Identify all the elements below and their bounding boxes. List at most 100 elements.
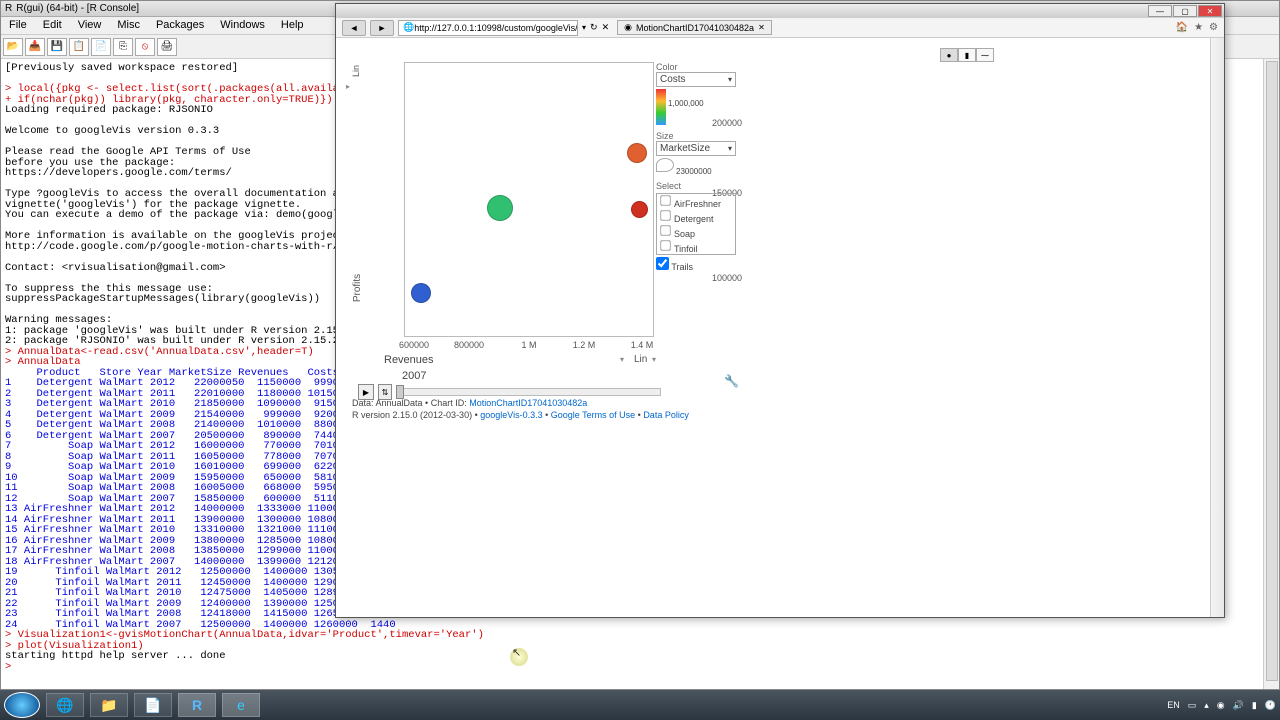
mouse-cursor-icon <box>510 648 528 666</box>
stop-icon[interactable]: ✕ <box>602 22 610 33</box>
taskbar-explorer-icon[interactable]: 📁 <box>90 693 128 717</box>
dropdown-icon[interactable]: ▾ <box>582 23 586 32</box>
select-airfreshner[interactable]: AirFreshner <box>657 194 735 209</box>
browser-content: ● ▮ ⁓ Lin ▸ Profits 200000 150000 100000… <box>336 38 1224 617</box>
menu-view[interactable]: View <box>70 17 110 34</box>
menu-misc[interactable]: Misc <box>109 17 148 34</box>
size-label: Size <box>656 131 736 141</box>
menu-file[interactable]: File <box>1 17 35 34</box>
taskbar-ie-icon[interactable]: e <box>222 693 260 717</box>
browser-tabs: ◉ MotionChartID17041030482a ✕ <box>617 20 772 35</box>
chevron-down-icon: ▾ <box>728 144 732 153</box>
taskbar-notepad-icon[interactable]: 📄 <box>134 693 172 717</box>
minimize-icon[interactable]: — <box>1148 5 1172 17</box>
browser-window: — ▢ ✕ ◄ ► 🌐 http://127.0.0.1:10998/custo… <box>335 3 1225 618</box>
meta-terms-link[interactable]: Google Terms of Use <box>551 410 635 420</box>
bubble-tinfoil[interactable] <box>631 201 648 218</box>
windows-taskbar: 🌐 📁 📄 R e EN ▭ ▴ ◉ 🔊 ▮ 🕐 <box>0 690 1280 720</box>
color-gradient-icon <box>656 89 666 125</box>
menu-help[interactable]: Help <box>273 17 312 34</box>
chart-meta: Data: AnnualData • Chart ID: MotionChart… <box>352 398 689 421</box>
size-legend-icon <box>656 158 674 172</box>
browser-titlebar: — ▢ ✕ <box>336 4 1224 18</box>
color-max-label: 1,000,000 <box>668 99 704 108</box>
x-tick: 1.4 M <box>631 340 654 350</box>
x-scale-chevron-icon[interactable]: ▾ <box>652 355 656 364</box>
line-mode-icon[interactable]: ⁓ <box>976 48 994 62</box>
tray-flag-icon[interactable]: ▭ <box>1188 700 1197 711</box>
tray-clock-icon[interactable]: 🕐 <box>1265 700 1276 711</box>
refresh-icon[interactable]: ↻ <box>590 22 598 33</box>
toolbar-open-icon[interactable]: 📂 <box>3 38 23 56</box>
tab-close-icon[interactable]: ✕ <box>758 23 765 32</box>
trails-checkbox[interactable]: Trails <box>656 257 736 272</box>
tools-icon[interactable]: ⚙ <box>1209 22 1218 33</box>
r-window-title: R(gui) (64-bit) - [R Console] <box>16 3 139 14</box>
menu-packages[interactable]: Packages <box>148 17 212 34</box>
timeline-track[interactable] <box>396 388 661 396</box>
r-scrollbar-thumb[interactable] <box>1266 61 1278 681</box>
meta-gv-link[interactable]: googleVis-0.3.3 <box>480 410 542 420</box>
favorites-icon[interactable]: ★ <box>1194 22 1203 33</box>
start-button[interactable] <box>4 692 40 718</box>
tray-volume-icon[interactable]: 🔊 <box>1233 700 1244 711</box>
y-scale-label[interactable]: Lin <box>351 65 361 77</box>
select-soap[interactable]: Soap <box>657 224 735 239</box>
back-icon[interactable]: ◄ <box>342 20 366 36</box>
tab-motionchart[interactable]: ◉ MotionChartID17041030482a ✕ <box>617 20 772 35</box>
toolbar-copy-icon[interactable]: 📋 <box>69 38 89 56</box>
close-icon[interactable]: ✕ <box>1198 5 1222 17</box>
tray-network-icon[interactable]: ◉ <box>1217 700 1225 711</box>
bar-mode-icon[interactable]: ▮ <box>958 48 976 62</box>
y-tick: 100000 <box>702 273 742 283</box>
color-dropdown[interactable]: Costs▾ <box>656 72 736 87</box>
maximize-icon[interactable]: ▢ <box>1173 5 1197 17</box>
x-axis-chevron-icon[interactable]: ▾ <box>620 355 624 364</box>
tab-favicon-icon: ◉ <box>624 22 632 33</box>
tab-title: MotionChartID17041030482a <box>636 23 754 33</box>
x-tick: 1.2 M <box>573 340 596 350</box>
bubble-mode-icon[interactable]: ● <box>940 48 958 62</box>
browser-address-bar: ◄ ► 🌐 http://127.0.0.1:10998/custom/goog… <box>336 18 1224 38</box>
menu-edit[interactable]: Edit <box>35 17 70 34</box>
select-box: AirFreshner Detergent Soap Tinfoil <box>656 193 736 255</box>
x-tick: 600000 <box>399 340 429 350</box>
bubble-airfreshner[interactable] <box>627 143 647 163</box>
chart-plot-area[interactable] <box>404 62 654 337</box>
tray-lang[interactable]: EN <box>1167 700 1180 710</box>
timeline-knob[interactable] <box>396 385 404 399</box>
y-axis-label: Profits <box>352 274 363 302</box>
meta-policy-link[interactable]: Data Policy <box>643 410 689 420</box>
tray-battery-icon[interactable]: ▮ <box>1252 700 1257 711</box>
taskbar-chrome-icon[interactable]: 🌐 <box>46 693 84 717</box>
size-max-label: 23000000 <box>676 167 712 176</box>
toolbar-stop-icon[interactable]: ⦸ <box>135 38 155 56</box>
bubble-detergent[interactable] <box>487 195 513 221</box>
toolbar-copypaste-icon[interactable]: ⎘ <box>113 38 133 56</box>
bubble-soap[interactable] <box>411 283 431 303</box>
system-tray[interactable]: EN ▭ ▴ ◉ 🔊 ▮ 🕐 <box>1167 700 1276 711</box>
menu-windows[interactable]: Windows <box>212 17 273 34</box>
toolbar-save-icon[interactable]: 💾 <box>47 38 67 56</box>
select-label: Select <box>656 181 736 191</box>
globe-icon: 🌐 <box>403 22 414 33</box>
forward-icon[interactable]: ► <box>370 20 394 36</box>
browser-scrollbar[interactable] <box>1210 38 1224 617</box>
x-axis-label[interactable]: Revenues <box>384 354 434 366</box>
r-scrollbar[interactable] <box>1263 59 1279 689</box>
toolbar-paste-icon[interactable]: 📄 <box>91 38 111 56</box>
toolbar-print-icon[interactable]: 🖨 <box>157 38 177 56</box>
toolbar-load-icon[interactable]: 📥 <box>25 38 45 56</box>
timeline-year: 2007 <box>402 370 426 382</box>
meta-chartid-link[interactable]: MotionChartID17041030482a <box>469 398 587 408</box>
settings-wrench-icon[interactable]: 🔧 <box>724 374 739 388</box>
taskbar-r-icon[interactable]: R <box>178 693 216 717</box>
url-field[interactable]: 🌐 http://127.0.0.1:10998/custom/googleVi… <box>398 20 578 36</box>
x-scale-label[interactable]: Lin <box>634 354 647 365</box>
size-dropdown[interactable]: MarketSize▾ <box>656 141 736 156</box>
y-scale-chevron-icon[interactable]: ▸ <box>346 82 350 91</box>
home-icon[interactable]: 🏠 <box>1176 22 1188 33</box>
select-detergent[interactable]: Detergent <box>657 209 735 224</box>
select-tinfoil[interactable]: Tinfoil <box>657 239 735 254</box>
tray-chevron-icon[interactable]: ▴ <box>1204 700 1209 711</box>
